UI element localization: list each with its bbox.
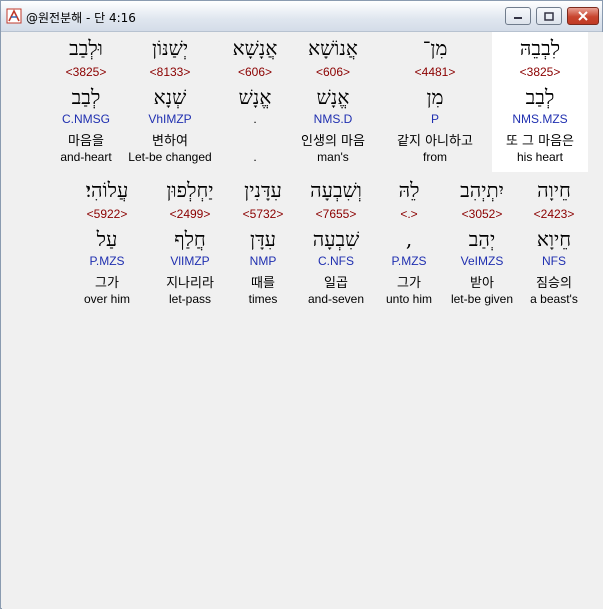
english-gloss: over him <box>83 292 130 306</box>
korean-gloss: 같지 아니하고 <box>397 134 473 149</box>
strongs-number: <3825> <box>65 65 107 79</box>
word-cell[interactable]: אֲנָשָׁא <606> אֱנָשׁ . . <box>207 32 303 172</box>
morphology-code: C.NMSG <box>62 112 110 126</box>
close-button[interactable] <box>567 7 599 25</box>
hebrew-lemma: אֱנָשׁ <box>238 85 272 109</box>
korean-gloss: 그가 <box>95 276 119 291</box>
minimize-button[interactable] <box>505 7 531 25</box>
english-gloss: . <box>253 150 257 164</box>
hebrew-word: יְשַׁנּוֹן <box>151 36 189 60</box>
interlinear-content: לִבְבֵהּ <3825> לְבַב NMS.MZS 또 그 마음은 hi… <box>2 32 603 609</box>
maximize-button[interactable] <box>536 7 562 25</box>
english-gloss: Let-be changed <box>128 150 212 164</box>
strongs-number: <8133> <box>149 65 191 79</box>
hebrew-lemma: מִן <box>426 85 444 109</box>
hebrew-word: עֲלוֹהִי׃ <box>85 178 129 202</box>
strongs-number: <606> <box>237 65 273 79</box>
morphology-code: VlIMZP <box>170 254 210 268</box>
english-gloss: from <box>423 150 447 164</box>
morphology-code: NMS.MZS <box>512 112 568 126</box>
app-window: @원전분해 - 단 4:16 לִבְבֵהּ <3825> לְבַב NMS… <box>0 0 603 609</box>
word-cell[interactable]: וּלְבַב <3825> לְבַב C.NMSG 마음을 and-hear… <box>38 32 134 172</box>
english-gloss: let-pass <box>168 292 212 306</box>
word-cell[interactable]: יַחְלְפוּן <2499> חֲלַף VlIMZP 지나리라 let-… <box>142 174 238 314</box>
word-cell[interactable]: יְשַׁנּוֹן <8133> שְׁנָא VhIMZP 변하여 Let-… <box>122 32 218 172</box>
minimize-icon <box>514 17 522 19</box>
hebrew-word: וּלְבַב <box>69 36 103 60</box>
korean-gloss: 변하여 <box>152 134 188 149</box>
strongs-number: <4481> <box>414 65 456 79</box>
hebrew-word: יַחְלְפוּן <box>166 178 214 202</box>
hebrew-word: אֲנָשָׁא <box>232 36 278 60</box>
morphology-code: VhIMZP <box>148 112 192 126</box>
hebrew-lemma: לְבַב <box>525 85 555 109</box>
morphology-code: . <box>253 112 257 126</box>
korean-gloss: 마음을 <box>68 134 104 149</box>
hebrew-lemma: חֲלַף <box>174 227 206 251</box>
word-cell[interactable]: עֲלוֹהִי׃ <5922> עַל P.MZS 그가 over him <box>59 174 155 314</box>
window-title: @원전분해 - 단 4:16 <box>26 11 136 25</box>
close-icon <box>578 11 588 21</box>
strongs-number: <2499> <box>169 207 211 221</box>
korean-gloss: 지나리라 <box>166 276 214 291</box>
english-gloss: and-heart <box>60 150 112 164</box>
morphology-code: P.MZS <box>89 254 125 268</box>
hebrew-lemma: לְבַב <box>71 85 101 109</box>
title-bar[interactable]: @원전분해 - 단 4:16 <box>1 1 602 32</box>
english-gloss: his heart <box>516 150 564 164</box>
word-cell[interactable]: לִבְבֵהּ <3825> לְבַב NMS.MZS 또 그 마음은 hi… <box>492 32 588 172</box>
word-cell[interactable]: מִן־ <4481> מִן P 같지 아니하고 from <box>387 32 483 172</box>
hebrew-word: מִן־ <box>422 36 448 60</box>
strongs-number: <3825> <box>519 65 561 79</box>
maximize-icon <box>544 11 554 21</box>
app-logo-icon <box>6 8 22 24</box>
korean-gloss: 또 그 마음은 <box>505 134 575 149</box>
morphology-code: P <box>430 112 439 126</box>
hebrew-word: לִבְבֵהּ <box>519 36 561 60</box>
strongs-number: <5922> <box>86 207 128 221</box>
hebrew-lemma: שְׁנָא <box>153 85 187 109</box>
hebrew-lemma: עַל <box>96 227 118 251</box>
